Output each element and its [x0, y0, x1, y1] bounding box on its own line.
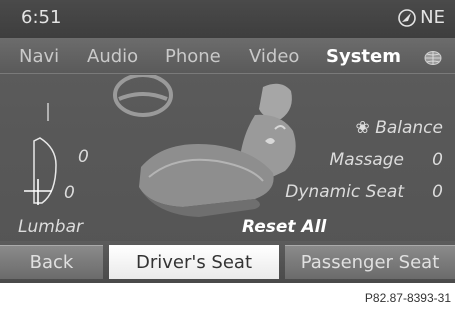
clock: 6:51: [21, 7, 62, 28]
drivers-seat-button[interactable]: Driver's Seat: [109, 245, 279, 279]
lumbar-vertical-value: 0: [78, 147, 89, 167]
compass-icon: [397, 8, 417, 28]
status-bar: 6:51 NE: [0, 0, 455, 38]
massage-label[interactable]: Massage: [330, 150, 404, 170]
seat-content-area: 0 0 Lumbar ❀ Balance Massage 0 Dynamic S…: [0, 73, 455, 240]
menu-item-phone[interactable]: Phone: [165, 46, 221, 67]
bottom-bar: Back Driver's Seat Passenger Seat: [0, 241, 455, 283]
lumbar-horizontal-value: 0: [64, 183, 75, 203]
seat-graphic: [105, 73, 315, 225]
menu-item-system[interactable]: System: [326, 46, 401, 67]
balance-icon: ❀: [355, 118, 370, 138]
passenger-seat-button[interactable]: Passenger Seat: [285, 245, 455, 279]
menu-item-audio[interactable]: Audio: [87, 46, 138, 67]
compass-heading: NE: [397, 7, 445, 28]
heading-text: NE: [420, 7, 445, 28]
balance-label-text: Balance: [375, 118, 443, 138]
lumbar-label[interactable]: Lumbar: [18, 217, 83, 237]
figure-caption: P82.87-8393-31: [364, 291, 451, 305]
reset-all-button[interactable]: Reset All: [242, 217, 326, 237]
dynamic-seat-value: 0: [432, 182, 443, 202]
menu-item-video[interactable]: Video: [249, 46, 299, 67]
balance-label[interactable]: ❀ Balance: [356, 118, 443, 138]
back-button[interactable]: Back: [0, 245, 103, 279]
massage-value: 0: [432, 150, 443, 170]
globe-icon[interactable]: [423, 50, 443, 66]
main-menu: Navi Audio Phone Video System: [0, 38, 455, 74]
seat-settings-screen: 6:51 NE Navi Audio Phone Video System 0 …: [0, 0, 455, 283]
dynamic-seat-label[interactable]: Dynamic Seat: [285, 182, 404, 202]
menu-item-navi[interactable]: Navi: [19, 46, 59, 67]
